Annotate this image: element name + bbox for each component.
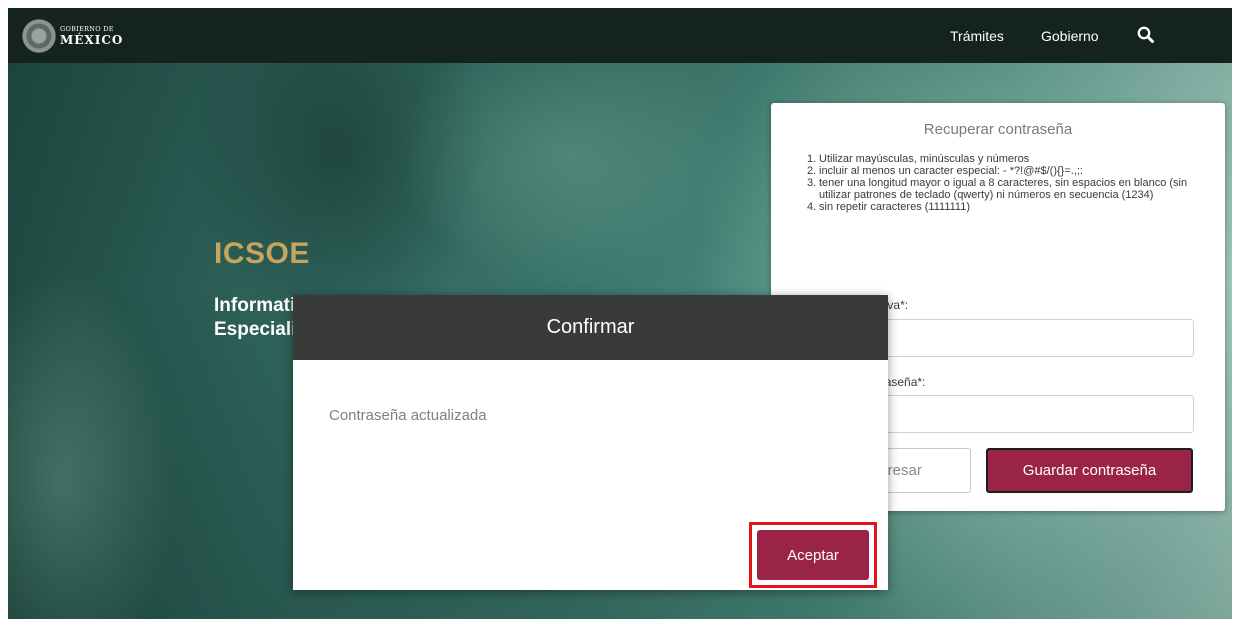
rule-item: 4. sin repetir caracteres (1111111) bbox=[807, 201, 1203, 213]
confirm-dialog: Confirmar Contraseña actualizada Aceptar bbox=[293, 295, 888, 590]
password-rules-list: 1. Utilizar mayúsculas, minúsculas y núme… bbox=[807, 153, 1203, 213]
rule-item: 1. Utilizar mayúsculas, minúsculas y núme… bbox=[807, 153, 1203, 165]
rule-number: 2. bbox=[807, 165, 817, 177]
accept-button[interactable]: Aceptar bbox=[757, 530, 869, 580]
top-navbar: GOBIERNO DE MÉXICO Trámites Gobierno bbox=[8, 8, 1232, 63]
national-seal-icon bbox=[22, 19, 56, 53]
page-frame: GOBIERNO DE MÉXICO Trámites Gobierno ICS… bbox=[8, 8, 1232, 619]
search-icon[interactable] bbox=[1136, 25, 1156, 45]
rule-text: sin repetir caracteres (1111111) bbox=[819, 201, 971, 213]
rule-number: 3. bbox=[807, 177, 817, 189]
logo-small-text: GOBIERNO DE bbox=[60, 24, 114, 33]
logo-big-text: MÉXICO bbox=[60, 33, 124, 48]
logo-wordmark: GOBIERNO DE MÉXICO bbox=[60, 26, 123, 47]
dialog-title: Confirmar bbox=[293, 295, 888, 360]
nav-link-tramites[interactable]: Trámites bbox=[950, 8, 1004, 63]
rule-number: 1. bbox=[807, 153, 817, 165]
gobierno-mexico-logo[interactable]: GOBIERNO DE MÉXICO bbox=[22, 16, 123, 56]
hero-title: ICSOE bbox=[214, 237, 310, 270]
rule-text: Utilizar mayúsculas, minúsculas y número… bbox=[819, 153, 1030, 165]
dialog-message: Contraseña actualizada bbox=[329, 407, 487, 424]
rule-text: incluir al menos un caracter especial: -… bbox=[819, 165, 1083, 177]
nav-link-gobierno[interactable]: Gobierno bbox=[1041, 8, 1099, 63]
rule-item: 2. incluir al menos un caracter especial:… bbox=[807, 165, 1203, 177]
card-title: Recuperar contraseña bbox=[923, 121, 1073, 138]
save-password-button[interactable]: Guardar contraseña bbox=[986, 448, 1193, 493]
rule-number: 4. bbox=[807, 201, 817, 213]
rule-item: 3. tener una longitud mayor o igual a 8 c… bbox=[807, 177, 1203, 201]
rule-text: tener una longitud mayor o igual a 8 car… bbox=[819, 177, 1188, 201]
